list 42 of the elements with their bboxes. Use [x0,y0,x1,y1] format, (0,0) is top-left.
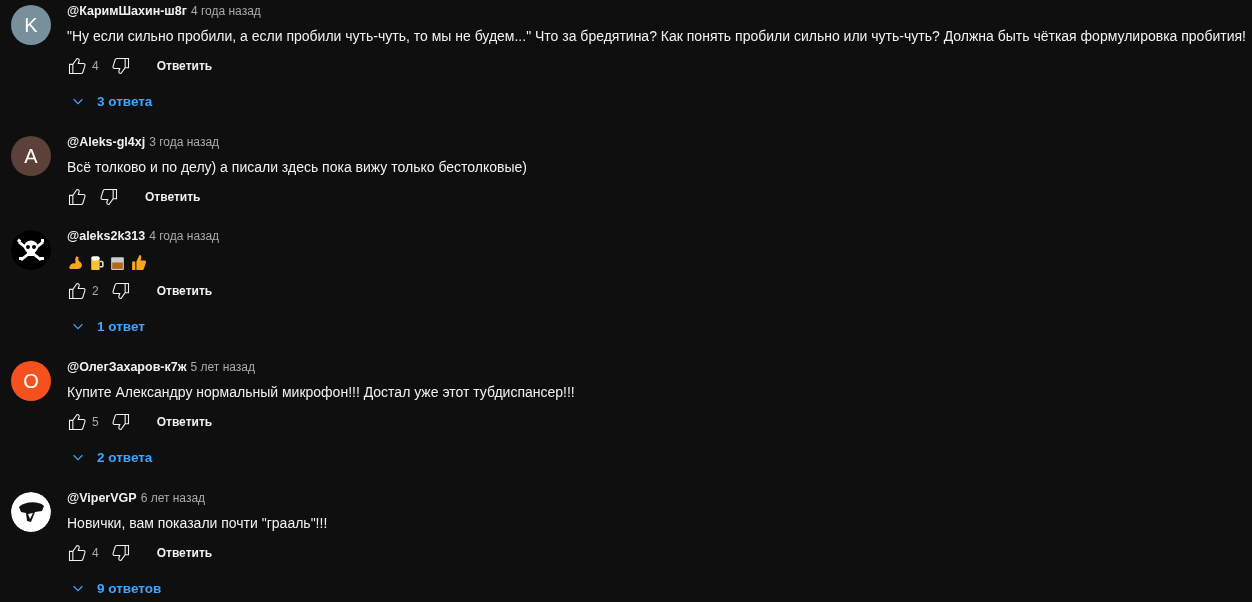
like-icon[interactable] [67,281,87,301]
comment-text: Новички, вам показали почти "грааль"!!! [67,514,329,533]
comment-time[interactable]: 4 года назад [149,229,220,243]
like-icon[interactable] [67,187,87,207]
replies-toggle[interactable]: 1 ответ [67,308,145,344]
author-name[interactable]: @Aleks-gl4xj [67,135,146,149]
replies-toggle[interactable]: 9 ответов [67,570,162,602]
dislike-icon[interactable] [110,412,131,432]
dislike-icon[interactable] [110,56,131,76]
reply-button[interactable]: Ответить [146,278,223,304]
reply-button[interactable]: Ответить [146,409,223,435]
dislike-icon[interactable] [99,187,119,207]
thumbs-up-icon [130,253,147,271]
dislike-icon[interactable] [110,543,131,563]
avatar[interactable]: A [11,136,51,176]
reply-button[interactable]: Ответить [146,53,223,79]
author-name[interactable]: @КаримШахин-ш8г [67,4,187,18]
comment-text: "Ну если сильно пробили, а если пробили чуть-чуть, то мы не будем..." Что за бредятина? Как понять пробили сильно или чуть-чуть? Должна быть чёткая формулировка пробития! [67,27,1247,46]
skull-avatar-icon[interactable] [11,230,51,270]
like-count: 4 [92,546,99,560]
dislike-icon[interactable] [110,281,131,301]
author-name[interactable]: @ViperVGP [67,491,137,505]
like-count: 4 [92,59,99,73]
logo-avatar-icon[interactable] [11,492,51,532]
comment-time[interactable]: 6 лет назад [140,491,206,505]
reply-button[interactable]: Ответить [146,540,223,566]
comment-time[interactable]: 3 года назад [149,135,220,149]
author-name[interactable]: @ОлегЗахаров-к7ж [67,360,187,374]
like-count: 2 [92,284,99,298]
comment-time[interactable]: 4 года назад [190,4,261,18]
reply-button[interactable]: Ответить [135,184,211,210]
like-count: 5 [92,415,99,429]
comment-text: Всё толково и по делу) а писали здесь пока вижу только бестолковые) [67,158,528,177]
like-icon[interactable] [67,543,87,563]
replies-toggle[interactable]: 3 ответа [67,83,153,119]
replies-toggle[interactable]: 2 ответа [67,439,153,475]
like-icon[interactable] [67,412,87,432]
beer-mug-icon [88,253,105,271]
comment-time[interactable]: 5 лет назад [190,360,256,374]
comment-text: Купите Александру нормальный микрофон!!! Достал уже этот тубдиспансер!!! [67,383,576,402]
author-name[interactable]: @aleks2k313 [67,229,146,243]
like-icon[interactable] [67,56,87,76]
